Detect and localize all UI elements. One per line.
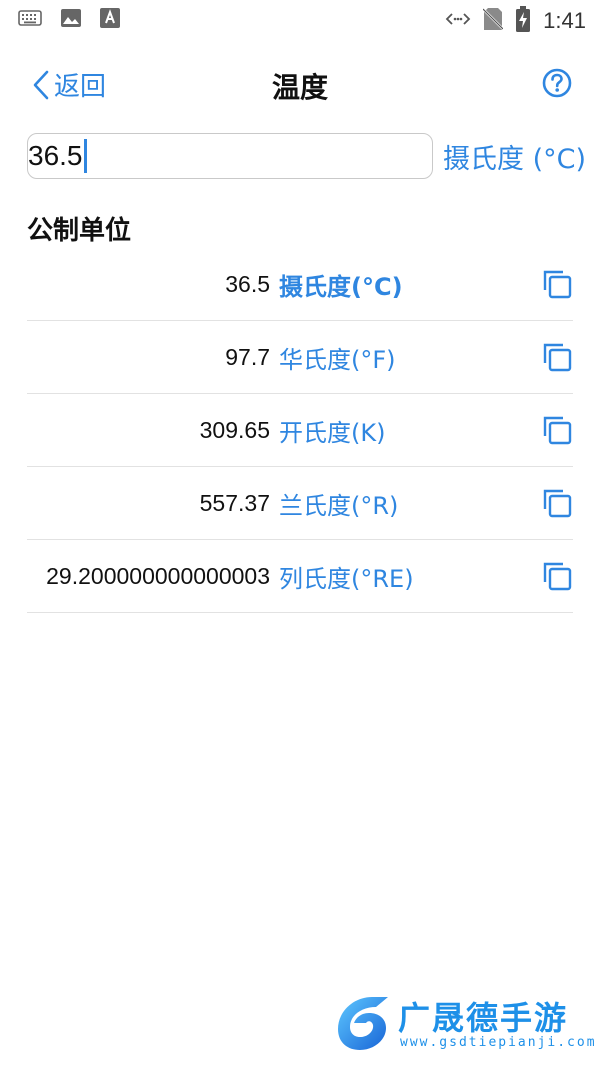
result-unit[interactable]: 华氏度(°F): [279, 340, 396, 375]
copy-button[interactable]: [541, 560, 573, 592]
result-row-fahrenheit: 97.7 华氏度(°F): [27, 321, 573, 394]
results-list: 36.5 摄氏度(°C) 97.7 华氏度(°F) 309.65 开氏度(K): [27, 248, 573, 613]
result-value: 309.65: [199, 416, 270, 443]
help-circle-icon: [542, 68, 572, 98]
result-value: 97.7: [225, 343, 270, 370]
keyboard-icon: [18, 9, 42, 31]
nav-bar: 返回 温度: [0, 58, 600, 108]
result-row-rankine: 557.37 兰氏度(°R): [27, 467, 573, 540]
result-unit[interactable]: 摄氏度(°C): [279, 267, 403, 302]
status-left-icons: [18, 8, 120, 32]
image-icon: [60, 8, 82, 32]
copy-icon: [543, 270, 572, 299]
result-unit[interactable]: 列氏度(°RE): [279, 559, 414, 594]
copy-icon: [543, 489, 572, 518]
help-button[interactable]: [542, 68, 572, 98]
font-icon: [100, 8, 120, 32]
section-title: 公制单位: [27, 216, 132, 246]
result-unit[interactable]: 开氏度(K): [279, 413, 385, 448]
watermark-title: 广晟德手游: [398, 999, 569, 1037]
copy-button[interactable]: [541, 487, 573, 519]
copy-icon: [543, 343, 572, 372]
result-row-kelvin: 309.65 开氏度(K): [27, 394, 573, 467]
unit-selector[interactable]: 摄氏度 (°C): [443, 137, 586, 176]
status-right-icons: 1:41: [445, 6, 586, 36]
input-row: 36.5 摄氏度 (°C): [27, 131, 587, 181]
temperature-input[interactable]: 36.5: [27, 133, 433, 179]
copy-icon: [543, 562, 572, 591]
result-unit[interactable]: 兰氏度(°R): [279, 486, 398, 521]
battery-charging-icon: [515, 6, 531, 36]
copy-button[interactable]: [541, 341, 573, 373]
watermark-logo-icon: [338, 997, 388, 1050]
result-row-reaumur: 29.200000000000003 列氏度(°RE): [27, 540, 573, 613]
copy-button[interactable]: [541, 414, 573, 446]
result-value: 557.37: [199, 489, 270, 516]
text-caret: [83, 139, 87, 173]
temperature-input-value: 36.5: [28, 140, 83, 171]
no-sim-icon: [482, 7, 505, 35]
result-value: 36.5: [225, 270, 270, 297]
data-arrows-icon: [445, 10, 471, 32]
result-row-celsius: 36.5 摄氏度(°C): [27, 248, 573, 321]
status-bar: 1:41: [0, 0, 600, 42]
result-value: 29.200000000000003: [46, 562, 270, 589]
copy-icon: [543, 416, 572, 445]
watermark-url: www.gsdtiepianji.com: [400, 1035, 597, 1050]
copy-button[interactable]: [541, 268, 573, 300]
watermark: 广晟德手游 www.gsdtiepianji.com: [332, 993, 597, 1057]
page-title: 温度: [271, 71, 328, 104]
status-time: 1:41: [543, 8, 586, 33]
